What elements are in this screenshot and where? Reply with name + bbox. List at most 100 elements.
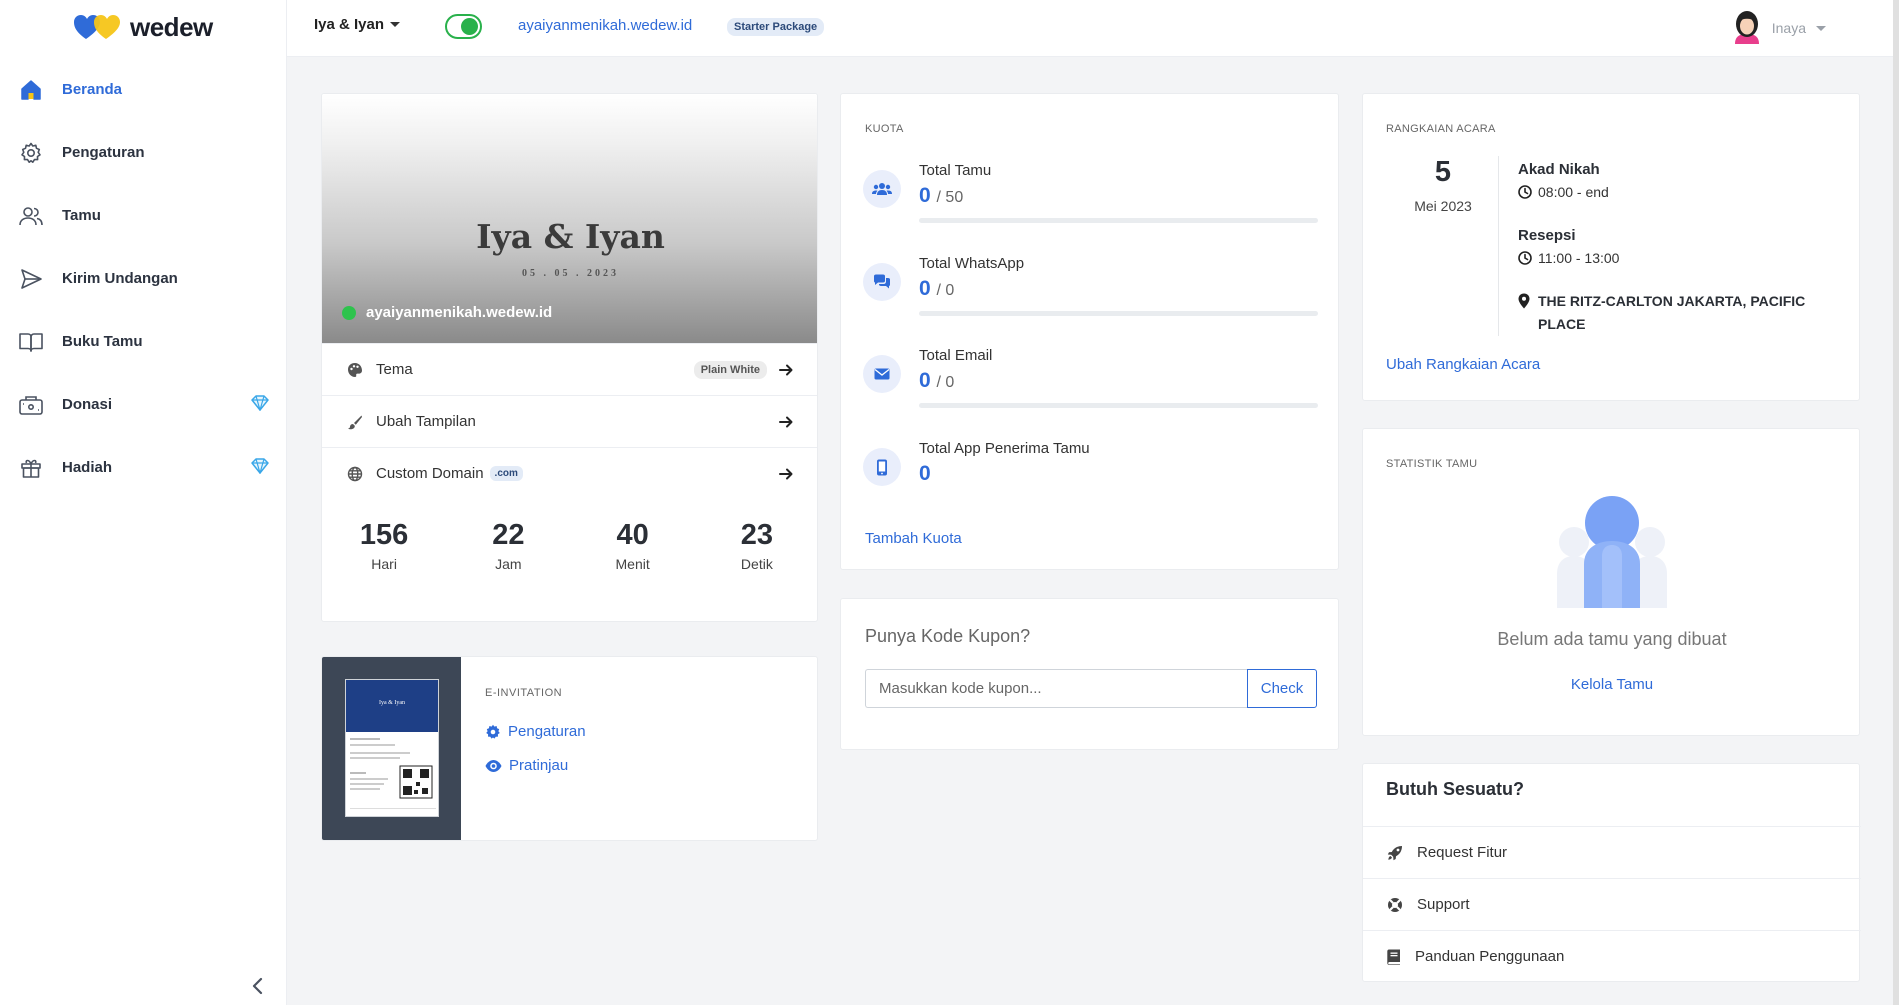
event-name: Resepsi [1518, 227, 1576, 244]
countdown-label: Jam [495, 556, 522, 572]
butuh-item-label: Request Fitur [1417, 844, 1508, 861]
brand-name: wedew [130, 12, 213, 42]
butuh-item-label: Panduan Penggunaan [1415, 948, 1565, 965]
paper-header: Iya & Iyan [346, 680, 438, 732]
e-invitation-thumbnail[interactable]: Iya & Iyan [322, 657, 461, 840]
e-invitation-title: E-INVITATION [485, 687, 563, 699]
ubah-tampilan-label: Ubah Tampilan [376, 413, 476, 430]
gear-icon [486, 724, 500, 739]
toggle-knob [461, 18, 478, 35]
sidebar-nav: Beranda Pengaturan Tamu Kirim Undangan B… [0, 58, 287, 499]
chevron-left-icon [252, 977, 263, 995]
gear-icon [18, 140, 44, 166]
sidebar-item-beranda[interactable]: Beranda [0, 58, 287, 121]
kuota-label: Total Email [919, 347, 993, 364]
arrow-right-icon [778, 414, 794, 435]
kuota-progress-bar [919, 311, 1318, 316]
event-time-text: 11:00 - 13:00 [1538, 250, 1620, 266]
couple-name: Iya & Iyan [314, 16, 385, 33]
countdown-minutes: 40 Menit [571, 519, 695, 572]
topbar: Iya & Iyan ayaiyanmenikah.wedew.id Start… [287, 0, 1899, 1005]
arrow-right-icon [778, 466, 794, 487]
countdown-value: 22 [492, 519, 525, 551]
custom-domain-row[interactable]: Custom Domain .com [322, 447, 817, 499]
mobile-phone-icon [863, 448, 901, 486]
sidebar-item-label: Tamu [62, 207, 101, 224]
sidebar-collapse-button[interactable] [248, 976, 268, 996]
countdown-label: Menit [615, 556, 650, 572]
rangkaian-title: RANGKAIAN ACARA [1386, 123, 1496, 135]
kuota-max: / 50 [936, 189, 964, 206]
kuota-value: 0 / 0 [919, 277, 954, 301]
user-menu[interactable]: Inaya [1732, 10, 1826, 46]
request-fitur-link[interactable]: Request Fitur [1363, 826, 1861, 878]
map-pin-icon [1518, 293, 1530, 309]
kuota-card: KUOTA Total Tamu 0 / 50 Total WhatsApp 0… [840, 93, 1339, 570]
cover-date: 05 . 05 . 2023 [522, 268, 619, 279]
kupon-title: Punya Kode Kupon? [865, 626, 1031, 646]
ubah-tampilan-row[interactable]: Ubah Tampilan [322, 395, 817, 447]
event-location: THE RITZ-CARLTON JAKARTA, PACIFIC PLACE [1518, 290, 1838, 336]
kuota-item-app-penerima-tamu: Total App Penerima Tamu 0 [863, 440, 1318, 510]
kuota-max: / 0 [936, 282, 955, 299]
e-invitation-settings-link[interactable]: Pengaturan [485, 723, 586, 740]
countdown: 156 Hari 22 Jam 40 Menit 23 Detik [322, 519, 817, 572]
empty-guests-message: Belum ada tamu yang dibuat [1497, 629, 1727, 649]
sidebar-item-label: Hadiah [62, 459, 113, 476]
sidebar-item-donasi[interactable]: Donasi [0, 373, 287, 436]
kuota-value: 0 [919, 462, 931, 486]
ubah-rangkaian-acara-link[interactable]: Ubah Rangkaian Acara [1386, 356, 1540, 373]
sidebar-item-kirim-undangan[interactable]: Kirim Undangan [0, 247, 287, 310]
palette-icon [346, 361, 364, 379]
countdown-seconds: 23 Detik [695, 519, 817, 572]
kuota-progress-bar [919, 218, 1318, 223]
publish-toggle[interactable] [445, 14, 482, 39]
cover-url[interactable]: ayaiyanmenikah.wedew.id [342, 304, 552, 321]
butuh-sesuatu-title: Butuh Sesuatu? [1386, 779, 1524, 799]
package-badge: Starter Package [727, 18, 825, 36]
sidebar-item-label: Buku Tamu [62, 333, 143, 350]
gift-icon [18, 455, 44, 481]
sidebar-item-hadiah[interactable]: Hadiah [0, 436, 287, 499]
caret-down-icon [390, 22, 401, 27]
support-link[interactable]: Support [1363, 878, 1861, 930]
kelola-tamu-link[interactable]: Kelola Tamu [1363, 676, 1861, 693]
event-month-year: Mei 2023 [1414, 198, 1472, 214]
couple-dropdown[interactable]: Iya & Iyan [314, 16, 401, 33]
tema-row[interactable]: Tema Plain White [322, 343, 817, 395]
event-time: 08:00 - end [1518, 184, 1609, 200]
kuota-count: 0 [919, 184, 931, 207]
statistik-tamu-card: STATISTIK TAMU Belum ada tamu yang dibua… [1362, 428, 1860, 736]
chat-bubbles-icon [863, 263, 901, 301]
kupon-check-button[interactable]: Check [1247, 669, 1317, 708]
cover-couple-names: Iya & Iyan [476, 217, 665, 256]
countdown-label: Detik [740, 556, 773, 572]
sidebar-item-pengaturan[interactable]: Pengaturan [0, 121, 287, 184]
user-name: Inaya [1771, 20, 1806, 36]
wallet-icon [18, 392, 44, 418]
cover-url-text: ayaiyanmenikah.wedew.id [366, 304, 553, 321]
brand-logo[interactable]: wedew [74, 12, 213, 43]
arrow-right-icon [778, 362, 794, 383]
kupon-input[interactable] [865, 669, 1247, 708]
logo-hearts-icon [74, 14, 120, 39]
countdown-value: 23 [740, 519, 773, 551]
tambah-kuota-link[interactable]: Tambah Kuota [865, 530, 962, 547]
page-scrollbar[interactable] [1893, 0, 1899, 1005]
site-url-link[interactable]: ayaiyanmenikah.wedew.id [518, 17, 692, 34]
invitation-card: Iya & Iyan 05 . 05 . 2023 ayaiyanmenikah… [321, 93, 818, 622]
kuota-max: / 0 [936, 374, 955, 391]
vertical-divider [1498, 156, 1499, 336]
tema-label: Tema [376, 361, 413, 378]
event-location-text: THE RITZ-CARLTON JAKARTA, PACIFIC PLACE [1538, 293, 1806, 332]
kuota-item-tamu: Total Tamu 0 / 50 [863, 162, 1318, 232]
butuh-sesuatu-card: Butuh Sesuatu? Request Fitur Support Pan… [1362, 763, 1861, 982]
panduan-penggunaan-link[interactable]: Panduan Penggunaan [1363, 930, 1861, 982]
sidebar-item-tamu[interactable]: Tamu [0, 184, 287, 247]
eye-icon [485, 759, 502, 772]
e-invitation-preview-link[interactable]: Pratinjau [485, 757, 568, 774]
sidebar-item-buku-tamu[interactable]: Buku Tamu [0, 310, 287, 373]
book-icon [18, 329, 44, 355]
premium-diamond-icon [251, 458, 269, 479]
event-time-text: 08:00 - end [1538, 184, 1609, 200]
